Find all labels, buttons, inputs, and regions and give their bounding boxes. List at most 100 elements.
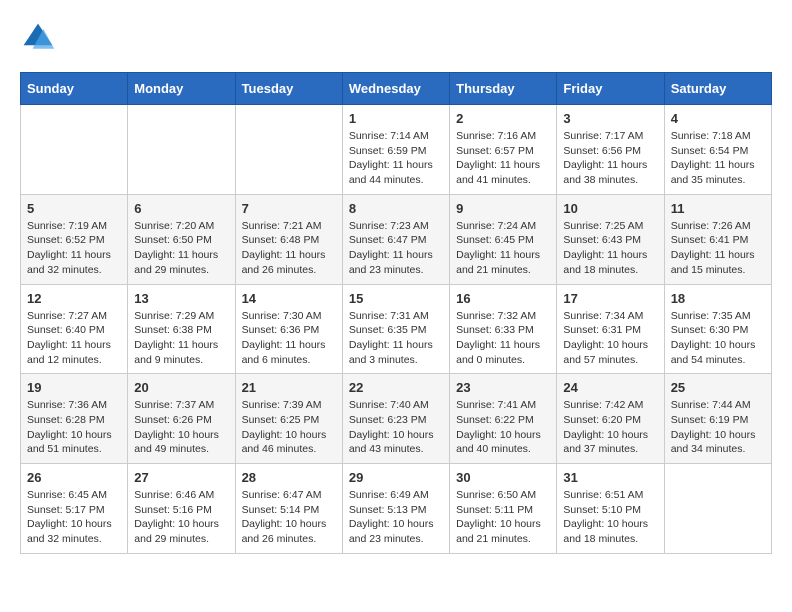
- calendar-cell: 27 Sunrise: 6:46 AMSunset: 5:16 PMDayligh…: [128, 464, 235, 554]
- calendar-cell: 21 Sunrise: 7:39 AMSunset: 6:25 PMDayligh…: [235, 374, 342, 464]
- calendar-cell: 19 Sunrise: 7:36 AMSunset: 6:28 PMDayligh…: [21, 374, 128, 464]
- weekday-header-tuesday: Tuesday: [235, 73, 342, 105]
- day-info: Sunrise: 7:24 AMSunset: 6:45 PMDaylight:…: [456, 219, 550, 278]
- week-row-4: 19 Sunrise: 7:36 AMSunset: 6:28 PMDayligh…: [21, 374, 772, 464]
- calendar-cell: 25 Sunrise: 7:44 AMSunset: 6:19 PMDayligh…: [664, 374, 771, 464]
- day-info: Sunrise: 7:18 AMSunset: 6:54 PMDaylight:…: [671, 129, 765, 188]
- day-number: 16: [456, 291, 550, 306]
- calendar-cell: 17Sunrise: 7:34 AMSunset: 6:31 PMDayligh…: [557, 284, 664, 374]
- weekday-header-thursday: Thursday: [450, 73, 557, 105]
- day-number: 6: [134, 201, 228, 216]
- calendar-cell: 8Sunrise: 7:23 AMSunset: 6:47 PMDaylight…: [342, 194, 449, 284]
- day-number: 4: [671, 111, 765, 126]
- day-info: Sunrise: 6:47 AMSunset: 5:14 PMDaylight:…: [242, 488, 336, 547]
- day-number: 3: [563, 111, 657, 126]
- day-info: Sunrise: 7:16 AMSunset: 6:57 PMDaylight:…: [456, 129, 550, 188]
- calendar-cell: 26Sunrise: 6:45 AMSunset: 5:17 PMDayligh…: [21, 464, 128, 554]
- calendar-table: SundayMondayTuesdayWednesdayThursdayFrid…: [20, 72, 772, 554]
- day-info: Sunrise: 7:40 AMSunset: 6:23 PMDaylight:…: [349, 398, 443, 457]
- calendar-cell: 4 Sunrise: 7:18 AMSunset: 6:54 PMDaylight…: [664, 105, 771, 195]
- day-info: Sunrise: 6:46 AMSunset: 5:16 PMDaylight:…: [134, 488, 228, 547]
- day-info: Sunrise: 7:41 AMSunset: 6:22 PMDaylight:…: [456, 398, 550, 457]
- day-info: Sunrise: 7:30 AMSunset: 6:36 PMDaylight:…: [242, 309, 336, 368]
- day-number: 12: [27, 291, 121, 306]
- calendar-cell: 18 Sunrise: 7:35 AMSunset: 6:30 PMDayligh…: [664, 284, 771, 374]
- day-info: Sunrise: 7:31 AMSunset: 6:35 PMDaylight:…: [349, 309, 443, 368]
- weekday-header-row: SundayMondayTuesdayWednesdayThursdayFrid…: [21, 73, 772, 105]
- calendar-cell: 7 Sunrise: 7:21 AMSunset: 6:48 PMDaylight…: [235, 194, 342, 284]
- day-info: Sunrise: 7:19 AMSunset: 6:52 PMDaylight:…: [27, 219, 121, 278]
- calendar-cell: [664, 464, 771, 554]
- day-number: 14: [242, 291, 336, 306]
- week-row-3: 12 Sunrise: 7:27 AMSunset: 6:40 PMDayligh…: [21, 284, 772, 374]
- day-number: 2: [456, 111, 550, 126]
- day-info: Sunrise: 7:14 AMSunset: 6:59 PMDaylight:…: [349, 129, 443, 188]
- calendar-cell: 23 Sunrise: 7:41 AMSunset: 6:22 PMDayligh…: [450, 374, 557, 464]
- day-number: 13: [134, 291, 228, 306]
- calendar-cell: 1 Sunrise: 7:14 AMSunset: 6:59 PMDaylight…: [342, 105, 449, 195]
- day-info: Sunrise: 6:51 AMSunset: 5:10 PMDaylight:…: [563, 488, 657, 547]
- calendar-cell: 28 Sunrise: 6:47 AMSunset: 5:14 PMDayligh…: [235, 464, 342, 554]
- day-info: Sunrise: 7:42 AMSunset: 6:20 PMDaylight:…: [563, 398, 657, 457]
- day-number: 9: [456, 201, 550, 216]
- day-info: Sunrise: 7:20 AMSunset: 6:50 PMDaylight:…: [134, 219, 228, 278]
- day-number: 21: [242, 380, 336, 395]
- week-row-1: 1 Sunrise: 7:14 AMSunset: 6:59 PMDaylight…: [21, 105, 772, 195]
- calendar-cell: [21, 105, 128, 195]
- day-number: 25: [671, 380, 765, 395]
- day-number: 24: [563, 380, 657, 395]
- day-info: Sunrise: 7:17 AMSunset: 6:56 PMDaylight:…: [563, 129, 657, 188]
- day-number: 23: [456, 380, 550, 395]
- day-info: Sunrise: 7:29 AMSunset: 6:38 PMDaylight:…: [134, 309, 228, 368]
- day-info: Sunrise: 7:27 AMSunset: 6:40 PMDaylight:…: [27, 309, 121, 368]
- day-info: Sunrise: 7:36 AMSunset: 6:28 PMDaylight:…: [27, 398, 121, 457]
- day-number: 1: [349, 111, 443, 126]
- day-info: Sunrise: 7:44 AMSunset: 6:19 PMDaylight:…: [671, 398, 765, 457]
- day-number: 18: [671, 291, 765, 306]
- day-number: 29: [349, 470, 443, 485]
- calendar-cell: 29 Sunrise: 6:49 AMSunset: 5:13 PMDayligh…: [342, 464, 449, 554]
- calendar-cell: 31 Sunrise: 6:51 AMSunset: 5:10 PMDayligh…: [557, 464, 664, 554]
- day-info: Sunrise: 7:26 AMSunset: 6:41 PMDaylight:…: [671, 219, 765, 278]
- day-number: 31: [563, 470, 657, 485]
- day-number: 19: [27, 380, 121, 395]
- day-number: 30: [456, 470, 550, 485]
- calendar-cell: 6 Sunrise: 7:20 AMSunset: 6:50 PMDaylight…: [128, 194, 235, 284]
- day-number: 27: [134, 470, 228, 485]
- calendar-cell: [128, 105, 235, 195]
- day-number: 28: [242, 470, 336, 485]
- day-info: Sunrise: 7:32 AMSunset: 6:33 PMDaylight:…: [456, 309, 550, 368]
- weekday-header-saturday: Saturday: [664, 73, 771, 105]
- logo: [20, 20, 62, 56]
- day-info: Sunrise: 7:25 AMSunset: 6:43 PMDaylight:…: [563, 219, 657, 278]
- day-number: 7: [242, 201, 336, 216]
- day-info: Sunrise: 7:35 AMSunset: 6:30 PMDaylight:…: [671, 309, 765, 368]
- calendar-cell: 20Sunrise: 7:37 AMSunset: 6:26 PMDayligh…: [128, 374, 235, 464]
- logo-icon: [20, 20, 56, 56]
- weekday-header-sunday: Sunday: [21, 73, 128, 105]
- page-header: [20, 20, 772, 56]
- day-number: 22: [349, 380, 443, 395]
- day-number: 10: [563, 201, 657, 216]
- calendar-cell: 14 Sunrise: 7:30 AMSunset: 6:36 PMDayligh…: [235, 284, 342, 374]
- day-info: Sunrise: 7:39 AMSunset: 6:25 PMDaylight:…: [242, 398, 336, 457]
- day-info: Sunrise: 6:50 AMSunset: 5:11 PMDaylight:…: [456, 488, 550, 547]
- day-number: 5: [27, 201, 121, 216]
- calendar-cell: 9 Sunrise: 7:24 AMSunset: 6:45 PMDaylight…: [450, 194, 557, 284]
- day-info: Sunrise: 6:49 AMSunset: 5:13 PMDaylight:…: [349, 488, 443, 547]
- day-info: Sunrise: 7:34 AMSunset: 6:31 PMDaylight:…: [563, 309, 657, 368]
- calendar-cell: 3 Sunrise: 7:17 AMSunset: 6:56 PMDaylight…: [557, 105, 664, 195]
- calendar-cell: [235, 105, 342, 195]
- day-info: Sunrise: 7:37 AMSunset: 6:26 PMDaylight:…: [134, 398, 228, 457]
- calendar-cell: 13 Sunrise: 7:29 AMSunset: 6:38 PMDayligh…: [128, 284, 235, 374]
- calendar-cell: 22 Sunrise: 7:40 AMSunset: 6:23 PMDayligh…: [342, 374, 449, 464]
- calendar-cell: 15Sunrise: 7:31 AMSunset: 6:35 PMDayligh…: [342, 284, 449, 374]
- day-info: Sunrise: 7:23 AMSunset: 6:47 PMDaylight:…: [349, 219, 443, 278]
- calendar-cell: 11Sunrise: 7:26 AMSunset: 6:41 PMDayligh…: [664, 194, 771, 284]
- calendar-cell: 16 Sunrise: 7:32 AMSunset: 6:33 PMDayligh…: [450, 284, 557, 374]
- calendar-cell: 2 Sunrise: 7:16 AMSunset: 6:57 PMDaylight…: [450, 105, 557, 195]
- calendar-cell: 5 Sunrise: 7:19 AMSunset: 6:52 PMDaylight…: [21, 194, 128, 284]
- day-info: Sunrise: 7:21 AMSunset: 6:48 PMDaylight:…: [242, 219, 336, 278]
- weekday-header-monday: Monday: [128, 73, 235, 105]
- week-row-2: 5 Sunrise: 7:19 AMSunset: 6:52 PMDaylight…: [21, 194, 772, 284]
